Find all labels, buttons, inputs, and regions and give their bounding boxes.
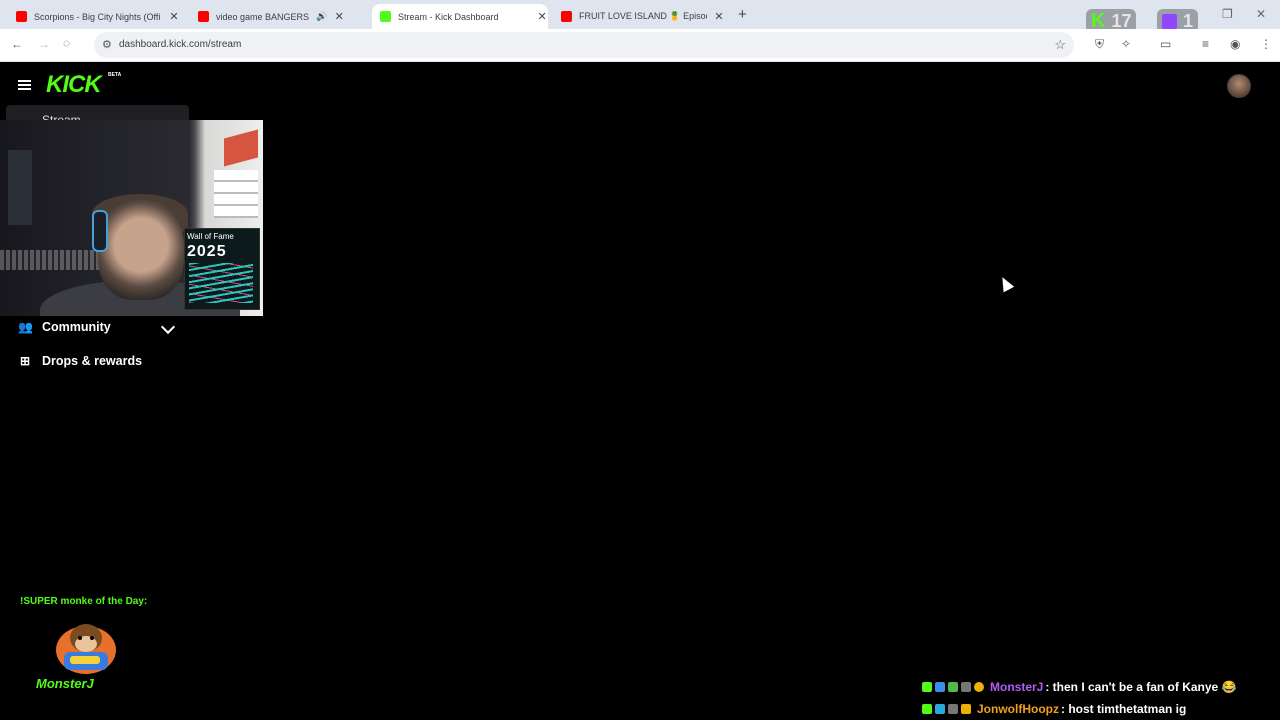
forward-arrow-icon[interactable]: → bbox=[38, 37, 50, 51]
sidebar-item-label: Community bbox=[42, 320, 111, 334]
browser-tab-bar: Scorpions - Big City Nights (Offi ✕ vide… bbox=[0, 0, 1280, 33]
gift-icon: ⊞ bbox=[19, 354, 31, 368]
youtube-icon bbox=[561, 11, 572, 22]
tab-kick-dashboard[interactable]: Stream - Kick Dashboard ✕ bbox=[372, 4, 548, 29]
tab-title: Stream - Kick Dashboard bbox=[398, 11, 499, 22]
profile-icon[interactable]: ◉ bbox=[1230, 37, 1240, 51]
site-info-icon[interactable]: ⚙ bbox=[102, 38, 112, 51]
monke-of-day-name: MonsterJ bbox=[36, 676, 94, 691]
sidebar-item-drops-rewards[interactable]: ⊞ Drops & rewards bbox=[18, 354, 142, 368]
sidebar-item-label: Drops & rewards bbox=[42, 354, 143, 368]
users-icon: 👥 bbox=[18, 320, 33, 334]
youtube-icon bbox=[198, 11, 209, 22]
address-bar[interactable]: ⚙ dashboard.kick.com/stream ☆ bbox=[94, 32, 1074, 58]
cast-icon[interactable]: ▭ bbox=[1160, 37, 1171, 51]
chat-username[interactable]: JonwolfHoopz bbox=[977, 702, 1059, 716]
hamburger-menu-icon[interactable] bbox=[18, 78, 31, 92]
wall-of-fame-board: Wall of Fame 2025 bbox=[184, 228, 260, 310]
close-tab-icon[interactable]: ✕ bbox=[168, 10, 180, 23]
user-avatar[interactable] bbox=[1227, 74, 1251, 98]
extension-shield-icon[interactable]: ⛨ bbox=[1095, 37, 1104, 52]
chat-message: MonsterJ : then I can't be a fan of Kany… bbox=[922, 680, 1237, 694]
extensions-puzzle-icon[interactable]: ✧ bbox=[1121, 37, 1131, 51]
chat-text: : host timthetatman ig bbox=[1060, 702, 1187, 716]
tab-fruit-love-island[interactable]: FRUIT LOVE ISLAND 🍍 Episod ✕ bbox=[561, 4, 725, 29]
menu-dots-icon[interactable]: ⋮ bbox=[1260, 37, 1272, 51]
chat-text: : then I can't be a fan of Kanye 😂 bbox=[1045, 680, 1237, 694]
subscriber-badge-icon bbox=[935, 682, 945, 692]
tab-title: video game BANGERS pt. 3 bbox=[216, 11, 312, 22]
board-title: Wall of Fame bbox=[187, 232, 234, 241]
tab-video-game-bangers[interactable]: video game BANGERS pt. 3 🔊 ✕ bbox=[198, 4, 345, 29]
back-arrow-icon[interactable]: ← bbox=[11, 37, 23, 51]
webcam-overlay: Wall of Fame 2025 bbox=[0, 120, 263, 316]
chevron-down-icon[interactable] bbox=[160, 319, 176, 335]
chat-message: JonwolfHoopz : host timthetatman ig bbox=[922, 702, 1186, 716]
kick-badge-icon bbox=[922, 682, 932, 692]
mouse-cursor bbox=[997, 274, 1015, 293]
close-window-icon[interactable]: ✕ bbox=[1256, 7, 1266, 21]
kick-icon bbox=[380, 11, 391, 22]
board-year: 2025 bbox=[187, 243, 227, 260]
tab-title: FRUIT LOVE ISLAND 🍍 Episod bbox=[579, 11, 707, 21]
browser-toolbar: ← → ◌ ⚙ dashboard.kick.com/stream ☆ ⛨ ✧ … bbox=[0, 29, 1280, 62]
kick-dashboard-page: KICK BETA Stream Wall of Fame 2025 👥 Com… bbox=[0, 62, 1280, 720]
monkey-emote-icon bbox=[56, 624, 116, 674]
new-tab-button[interactable]: + bbox=[738, 6, 747, 23]
coin-badge-icon bbox=[974, 682, 984, 692]
mod-badge-icon bbox=[961, 682, 971, 692]
chat-username[interactable]: MonsterJ bbox=[990, 680, 1043, 694]
youtube-icon bbox=[16, 11, 27, 22]
bookmark-star-icon[interactable]: ☆ bbox=[1054, 37, 1066, 53]
loading-spinner-icon[interactable]: ◌ bbox=[63, 36, 70, 50]
tab-title: Scorpions - Big City Nights (Offi bbox=[34, 11, 161, 22]
kick-logo[interactable]: KICK bbox=[46, 71, 102, 99]
close-tab-icon[interactable]: ✕ bbox=[713, 10, 725, 23]
media-control-icon[interactable]: ≡ bbox=[1202, 37, 1209, 51]
close-tab-icon[interactable]: ✕ bbox=[333, 10, 345, 23]
beta-tag: BETA bbox=[108, 72, 122, 78]
sidebar-item-community[interactable]: 👥 Community bbox=[18, 320, 111, 334]
subscriber-badge-icon bbox=[935, 704, 945, 714]
monke-of-day-title: !SUPER monke of the Day: bbox=[20, 596, 148, 607]
mod-badge-icon bbox=[948, 704, 958, 714]
kick-badge-icon bbox=[922, 704, 932, 714]
url-text: dashboard.kick.com/stream bbox=[119, 39, 242, 50]
restore-window-icon[interactable]: ❐ bbox=[1222, 7, 1233, 21]
tab-scorpions[interactable]: Scorpions - Big City Nights (Offi ✕ bbox=[16, 4, 180, 29]
gift-badge-icon bbox=[948, 682, 958, 692]
crown-badge-icon bbox=[961, 704, 971, 714]
twitch-icon bbox=[1162, 13, 1177, 29]
speaker-icon[interactable]: 🔊 bbox=[316, 11, 327, 22]
close-tab-icon[interactable]: ✕ bbox=[536, 10, 548, 23]
